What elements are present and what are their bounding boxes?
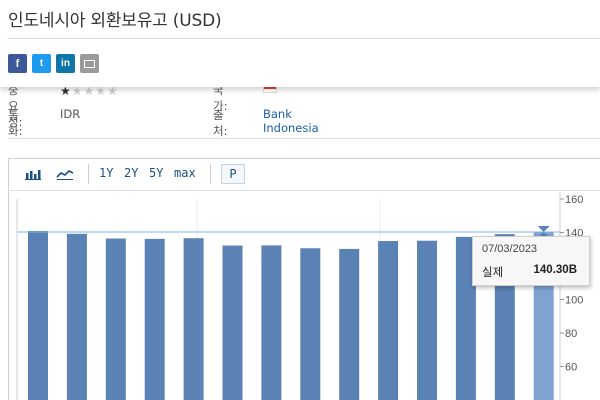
chart-bar [300, 248, 321, 400]
share-bar: f t in [0, 39, 600, 87]
chart-bar [105, 238, 126, 400]
twitter-share-button[interactable]: t [32, 54, 51, 73]
chart-bar [417, 240, 437, 400]
facebook-share-button[interactable]: f [8, 54, 27, 73]
y-tick-label: 160 [565, 194, 583, 206]
chart-tooltip: 07/03/2023 실제 140.30B [472, 236, 590, 286]
tooltip-date: 07/03/2023 [482, 243, 538, 255]
chart-bar [261, 245, 282, 400]
tooltip-label: 실제 [482, 265, 504, 279]
tooltip-value: 140.30B [533, 264, 577, 276]
y-tick-label: 80 [565, 328, 577, 340]
chart-bar [339, 248, 360, 400]
envelope-icon [84, 59, 95, 68]
chart-bar [144, 238, 165, 400]
chart-bar [66, 233, 87, 400]
facebook-icon: f [15, 57, 20, 70]
chart-bar [28, 230, 48, 400]
y-tick-label: 60 [565, 362, 577, 374]
chart-bar [222, 245, 243, 400]
twitter-icon: t [39, 58, 44, 69]
y-tick-label: 100 [565, 295, 583, 307]
chart-bar [378, 241, 399, 400]
email-share-button[interactable] [80, 54, 99, 73]
linkedin-icon: in [61, 58, 70, 69]
highlight-marker [537, 225, 550, 232]
chart-bar [183, 238, 204, 400]
linkedin-share-button[interactable]: in [56, 54, 75, 73]
